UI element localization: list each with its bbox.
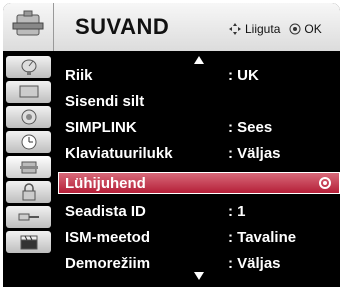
options-toolbox-icon	[19, 161, 38, 174]
sidebar-item-media[interactable]	[6, 231, 51, 253]
clapperboard-icon	[20, 235, 37, 250]
options-menu-list: Riik : UK Sisendi silt SIMPLINK : Sees K…	[58, 54, 340, 287]
menu-row-value: : UK	[228, 67, 259, 84]
navigation-hint: Liiguta OK	[228, 22, 322, 36]
scroll-down-arrow-icon[interactable]	[194, 272, 204, 280]
menu-row-value: : Väljas	[228, 145, 281, 162]
menu-row-value: : Sees	[228, 119, 273, 136]
header-icon-cell	[3, 3, 54, 51]
page-title: SUVAND	[75, 14, 170, 39]
menu-row-simplink[interactable]: SIMPLINK : Sees	[58, 116, 340, 138]
satellite-dish-icon	[21, 59, 36, 75]
sidebar-item-audio[interactable]	[6, 106, 51, 128]
input-plug-icon	[18, 213, 39, 221]
menu-row-value: : Tavaline	[228, 229, 297, 246]
menu-row-value: : Väljas	[228, 255, 281, 272]
menu-row-label: SIMPLINK	[65, 119, 137, 136]
menu-row-country[interactable]: Riik : UK	[58, 64, 340, 86]
move-hint-label: Liiguta	[245, 22, 281, 36]
menu-row-label: ISM-meetod	[65, 229, 151, 246]
sidebar-item-options[interactable]	[6, 156, 51, 178]
menu-row-ism-method[interactable]: ISM-meetod : Tavaline	[58, 226, 340, 248]
clock-icon	[21, 134, 36, 150]
menu-row-label: Riik	[65, 67, 93, 84]
category-sidebar	[3, 54, 54, 287]
menu-row-input-label[interactable]: Sisendi silt	[58, 90, 340, 112]
menu-row-set-id[interactable]: Seadista ID : 1	[58, 200, 340, 222]
lock-icon	[22, 183, 35, 201]
sidebar-item-lock[interactable]	[6, 181, 51, 203]
ok-button-icon	[289, 23, 301, 35]
menu-row-label: Seadista ID	[65, 203, 146, 220]
picture-icon	[19, 85, 38, 98]
menu-row-demo-mode[interactable]: Demorežiim : Väljas	[58, 252, 340, 274]
menu-row-label: Klaviatuurilukk	[65, 145, 173, 162]
ok-hint-label: OK	[304, 22, 322, 36]
menu-row-key-lock[interactable]: Klaviatuurilukk : Väljas	[58, 142, 340, 164]
menu-row-value: : 1	[228, 203, 246, 220]
sidebar-item-time[interactable]	[6, 131, 51, 153]
sidebar-item-setup[interactable]	[6, 56, 51, 78]
menu-row-label: Sisendi silt	[65, 93, 145, 110]
selected-radio-icon	[319, 177, 331, 189]
options-toolbox-icon	[12, 10, 44, 36]
dpad-icon	[229, 23, 241, 35]
menu-row-label: Demorežiim	[65, 255, 151, 272]
menu-header: SUVAND Liiguta OK	[3, 3, 340, 51]
menu-row-quick-guide[interactable]: Lühijuhend	[58, 172, 340, 194]
sidebar-item-picture[interactable]	[6, 81, 51, 103]
menu-row-label: Lühijuhend	[65, 175, 146, 192]
speaker-icon	[21, 109, 36, 125]
sidebar-item-input[interactable]	[6, 206, 51, 228]
scroll-up-arrow-icon[interactable]	[194, 56, 204, 64]
